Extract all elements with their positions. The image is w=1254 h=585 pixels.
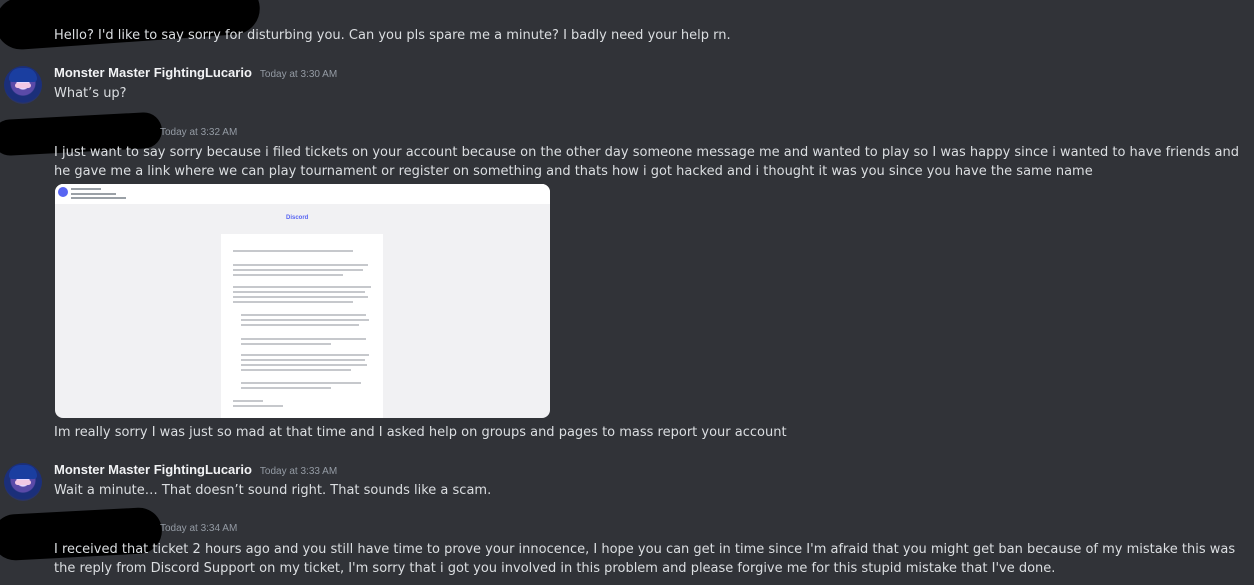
image-attachment[interactable]: Discord	[55, 184, 550, 418]
message-text: I just want to say sorry because i filed…	[54, 145, 1239, 179]
message-header: Monster Master FightingLucario Today at …	[54, 462, 337, 482]
message-text: Im really sorry I was just so mad at tha…	[54, 425, 787, 440]
timestamp[interactable]: Today at 3:30 AM	[260, 69, 337, 80]
user-avatar[interactable]	[4, 66, 42, 104]
email-header	[55, 184, 550, 204]
message-header: Monster Master FightingLucario Today at …	[54, 65, 337, 85]
message-text: Wait a minute… That doesn’t sound right.…	[54, 483, 492, 498]
attachment-brand: Discord	[286, 215, 309, 221]
email-body	[221, 234, 383, 418]
timestamp[interactable]: Today at 3:34 AM	[160, 523, 237, 534]
timestamp[interactable]: Today at 3:33 AM	[260, 466, 337, 477]
message-text: Hello? I'd like to say sorry for disturb…	[54, 28, 731, 43]
timestamp[interactable]: Today at 3:32 AM	[160, 127, 237, 138]
username[interactable]: Monster Master FightingLucario	[54, 65, 252, 80]
username[interactable]: Monster Master FightingLucario	[54, 462, 252, 477]
discord-logo-icon	[58, 187, 68, 197]
message-text: I received that ticket 2 hours ago and y…	[54, 542, 1236, 576]
message-text: What’s up?	[54, 86, 127, 101]
user-avatar[interactable]	[4, 463, 42, 501]
